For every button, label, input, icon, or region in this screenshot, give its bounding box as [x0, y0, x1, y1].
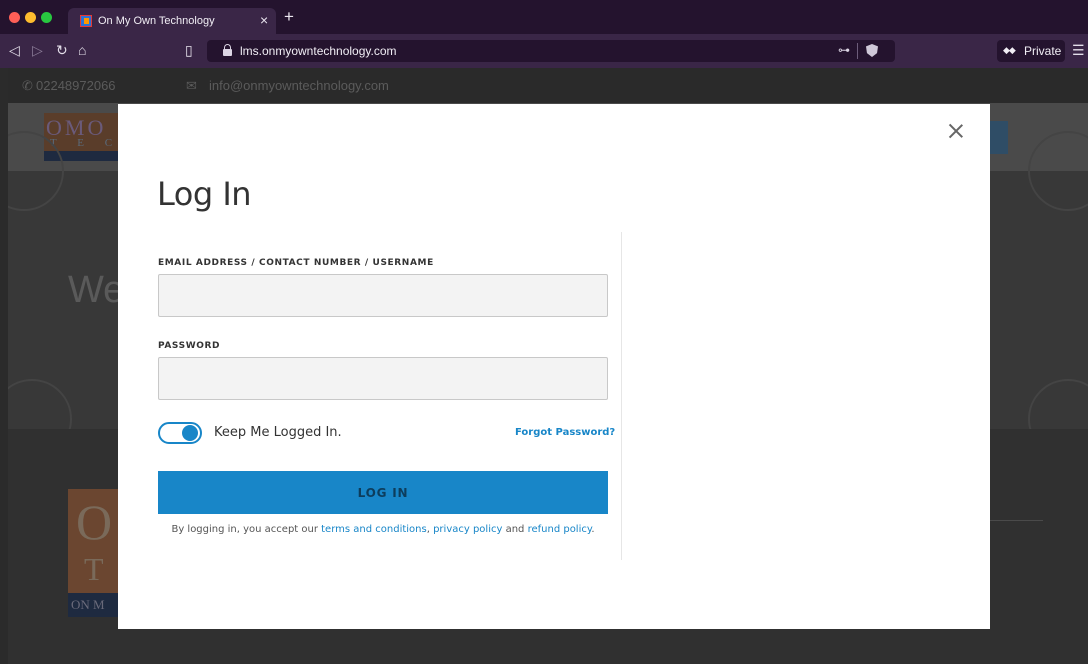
toggle-knob: [182, 425, 198, 441]
privacy-policy-link[interactable]: privacy policy: [433, 524, 502, 535]
logo-text-line2: T E C: [50, 137, 122, 149]
terms-and: and: [502, 524, 528, 535]
forward-icon[interactable]: ▷: [32, 42, 43, 58]
brave-shield-icon[interactable]: [866, 44, 878, 57]
close-window-button[interactable]: [9, 12, 20, 23]
maximize-window-button[interactable]: [41, 12, 52, 23]
password-field[interactable]: [158, 357, 608, 400]
home-icon[interactable]: ⌂: [78, 42, 86, 58]
url-text[interactable]: lms.onmyowntechnology.com: [240, 44, 397, 58]
new-tab-icon[interactable]: +: [284, 8, 294, 25]
forgot-password-link[interactable]: Forgot Password?: [515, 427, 615, 438]
private-label: Private: [1024, 44, 1062, 58]
login-modal: Log In EMAIL ADDRESS / CONTACT NUMBER / …: [118, 104, 990, 629]
browser-nav-bar: ◁ ▷ ↻ ⌂ ▯ lms.onmyowntechnology.com ⊶ ◆◆…: [0, 34, 1088, 68]
refund-policy-link[interactable]: refund policy: [528, 524, 592, 535]
back-icon[interactable]: ◁: [9, 42, 20, 58]
close-icon[interactable]: [945, 120, 967, 142]
site-favicon-icon: [80, 15, 92, 27]
keep-logged-in-toggle[interactable]: [158, 422, 202, 444]
private-mask-icon: ◆◆: [1003, 45, 1016, 55]
contact-email: info@onmyowntechnology.com: [209, 78, 389, 93]
tab-close-icon[interactable]: ×: [260, 12, 268, 28]
email-field[interactable]: [158, 274, 608, 317]
mail-icon: ✉: [186, 78, 197, 93]
course-logo-letter1: O: [76, 494, 113, 550]
reload-icon[interactable]: ↻: [56, 42, 68, 58]
course-logo-band: ON M: [68, 593, 124, 617]
contact-bar: ✆ 02248972066 ✉ info@onmyowntechnology.c…: [8, 68, 1088, 103]
course-logo-band-text: ON M: [71, 597, 105, 612]
terms-suffix: .: [591, 524, 595, 535]
phone-icon: ✆: [22, 78, 33, 93]
bookmark-icon[interactable]: ▯: [185, 42, 193, 58]
terms-link[interactable]: terms and conditions: [321, 524, 427, 535]
url-divider: [857, 43, 858, 59]
terms-prefix: By logging in, you accept our: [171, 524, 322, 535]
key-icon[interactable]: ⊶: [838, 43, 850, 57]
course-logo-letter2: T: [84, 551, 104, 587]
hero-heading: We: [68, 269, 125, 311]
login-button[interactable]: LOG IN: [158, 471, 608, 514]
keep-logged-in-label[interactable]: Keep Me Logged In.: [214, 425, 342, 440]
lock-icon: [223, 44, 232, 56]
email-field-label: EMAIL ADDRESS / CONTACT NUMBER / USERNAM…: [158, 258, 434, 268]
password-field-label: PASSWORD: [158, 341, 221, 351]
private-window-badge[interactable]: ◆◆ Private: [997, 40, 1065, 62]
modal-title: Log In: [157, 175, 252, 213]
address-bar[interactable]: lms.onmyowntechnology.com ⊶: [207, 40, 895, 62]
terms-notice: By logging in, you accept our terms and …: [158, 524, 608, 535]
phone-number: 02248972066: [36, 78, 116, 93]
browser-tab[interactable]: On My Own Technology ×: [68, 8, 276, 34]
modal-divider: [621, 232, 622, 560]
menu-icon[interactable]: ☰: [1072, 42, 1085, 59]
course-logo-image: O T ON M: [68, 489, 124, 617]
minimize-window-button[interactable]: [25, 12, 36, 23]
browser-tab-bar: On My Own Technology × +: [0, 0, 1088, 34]
tab-title: On My Own Technology: [98, 15, 215, 27]
